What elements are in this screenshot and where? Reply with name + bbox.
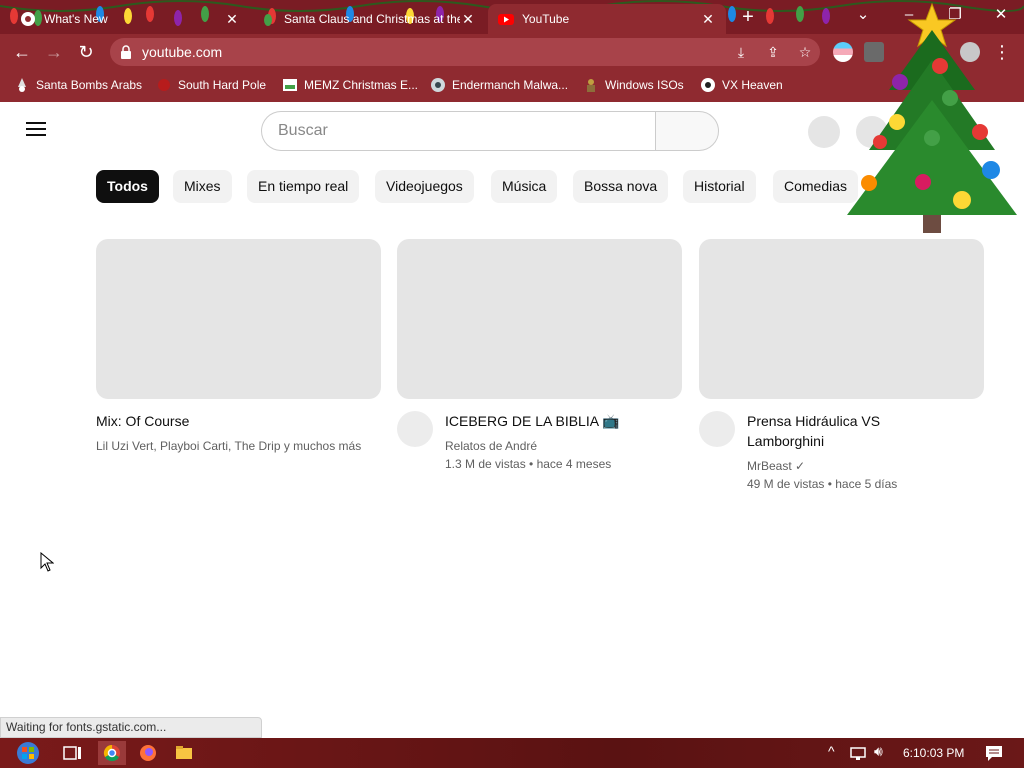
bookmark-label: Santa Bombs Arabs bbox=[36, 78, 143, 92]
video-thumbnail[interactable] bbox=[397, 239, 682, 399]
chip-musica[interactable]: Música bbox=[491, 170, 558, 203]
firefox-icon[interactable] bbox=[134, 741, 162, 765]
taskbar: ^ 🔊︎ 6:10:03 PM bbox=[0, 738, 1024, 768]
endermanch-icon bbox=[431, 78, 445, 92]
network-icon[interactable] bbox=[848, 741, 868, 765]
video-title[interactable]: Mix: Of Course bbox=[96, 411, 381, 431]
file-explorer-icon[interactable] bbox=[170, 741, 198, 765]
video-stats: 49 M de vistas • hace 5 días bbox=[747, 477, 898, 491]
christmas-tree-icon bbox=[847, 2, 1017, 233]
bookmark-endermanch[interactable]: Endermanch Malwa... bbox=[430, 77, 568, 93]
windows-iso-icon bbox=[587, 79, 595, 92]
search-input[interactable] bbox=[261, 111, 656, 151]
tab-title: Santa Claus and Christmas at the bbox=[284, 12, 460, 26]
tab-title: What's New bbox=[44, 12, 108, 26]
bookmark-label: VX Heaven bbox=[722, 78, 783, 92]
screen: What's New ✕ Santa Claus and Christmas a… bbox=[0, 0, 1024, 768]
chip-historial[interactable]: Historial bbox=[683, 170, 756, 203]
snowflake-icon bbox=[158, 79, 170, 91]
video-title[interactable]: Prensa Hidráulica VS Lamborghini bbox=[747, 411, 927, 451]
video-channel[interactable]: Lil Uzi Vert, Playboi Carti, The Drip y … bbox=[96, 437, 361, 455]
tab-whats-new[interactable]: What's New ✕ bbox=[10, 4, 250, 34]
chip-todos[interactable]: Todos bbox=[96, 170, 159, 203]
video-thumbnail[interactable] bbox=[699, 239, 984, 399]
start-button[interactable] bbox=[10, 741, 46, 765]
video-thumbnail[interactable] bbox=[96, 239, 381, 399]
install-app-icon[interactable]: ⤓ bbox=[732, 43, 750, 61]
video-channel[interactable]: Relatos de André bbox=[445, 437, 537, 455]
new-tab-button[interactable]: + bbox=[738, 6, 758, 28]
christmas-lights-icon bbox=[264, 14, 272, 26]
back-arrow-icon[interactable]: ← bbox=[10, 40, 34, 64]
chrome-icon bbox=[21, 12, 35, 26]
close-tab-icon[interactable]: ✕ bbox=[224, 11, 240, 28]
bookmark-label: South Hard Pole bbox=[178, 78, 267, 92]
share-icon[interactable]: ⇪ bbox=[764, 43, 782, 61]
close-tab-icon[interactable]: ✕ bbox=[460, 11, 476, 28]
chrome-icon[interactable] bbox=[98, 741, 126, 765]
bookmark-santa-bombs[interactable]: Santa Bombs Arabs bbox=[14, 77, 142, 93]
show-hidden-icons-icon[interactable]: ^ bbox=[828, 743, 835, 759]
santa-icon bbox=[18, 78, 26, 92]
bookmark-vx-heaven[interactable]: VX Heaven bbox=[700, 77, 783, 93]
create-button-placeholder[interactable] bbox=[808, 116, 840, 148]
address-bar[interactable]: youtube.com ⤓ ⇪ ☆ bbox=[110, 38, 820, 66]
mouse-cursor-icon bbox=[40, 552, 54, 572]
bookmark-label: MEMZ Christmas E... bbox=[304, 78, 419, 92]
chip-bossa-nova[interactable]: Bossa nova bbox=[573, 170, 669, 203]
task-view-icon[interactable] bbox=[58, 741, 86, 765]
bookmark-south-hard-pole[interactable]: South Hard Pole bbox=[156, 77, 266, 93]
bookmark-star-icon[interactable]: ☆ bbox=[796, 43, 814, 61]
status-bubble: Waiting for fonts.gstatic.com... bbox=[0, 717, 262, 738]
bookmark-label: Endermanch Malwa... bbox=[452, 78, 569, 92]
video-channel[interactable]: MrBeast ✓ bbox=[747, 457, 805, 475]
reload-icon[interactable]: ↻ bbox=[74, 40, 98, 64]
tab-youtube[interactable]: YouTube ✕ bbox=[488, 4, 726, 34]
close-tab-icon[interactable]: ✕ bbox=[700, 11, 716, 28]
volume-icon[interactable]: 🔊︎ bbox=[874, 743, 883, 760]
channel-avatar[interactable] bbox=[397, 411, 433, 447]
tab-title: YouTube bbox=[522, 12, 570, 26]
clock[interactable]: 6:10:03 PM bbox=[903, 746, 964, 760]
video-title[interactable]: ICEBERG DE LA BIBLIA 📺 bbox=[445, 411, 683, 431]
youtube-icon bbox=[498, 14, 514, 25]
chip-videojuegos[interactable]: Videojuegos bbox=[375, 170, 474, 203]
url-text: youtube.com bbox=[142, 44, 223, 60]
chip-en-tiempo-real[interactable]: En tiempo real bbox=[247, 170, 360, 203]
memz-icon bbox=[283, 79, 297, 91]
search-button[interactable] bbox=[655, 111, 719, 151]
channel-avatar[interactable] bbox=[699, 411, 735, 447]
video-stats: 1.3 M de vistas • hace 4 meses bbox=[445, 457, 612, 471]
chip-mixes[interactable]: Mixes bbox=[173, 170, 232, 203]
action-center-icon[interactable] bbox=[980, 741, 1008, 765]
bookmark-windows-isos[interactable]: Windows ISOs bbox=[583, 77, 684, 93]
lock-icon bbox=[121, 45, 131, 59]
vx-heaven-icon bbox=[701, 78, 715, 92]
guide-menu-icon[interactable] bbox=[26, 122, 46, 138]
bookmark-label: Windows ISOs bbox=[605, 78, 684, 92]
bookmark-memz-christmas[interactable]: MEMZ Christmas E... bbox=[282, 77, 418, 93]
tab-santa-claus[interactable]: Santa Claus and Christmas at the ✕ bbox=[250, 4, 486, 34]
forward-arrow-icon[interactable]: → bbox=[42, 40, 66, 64]
